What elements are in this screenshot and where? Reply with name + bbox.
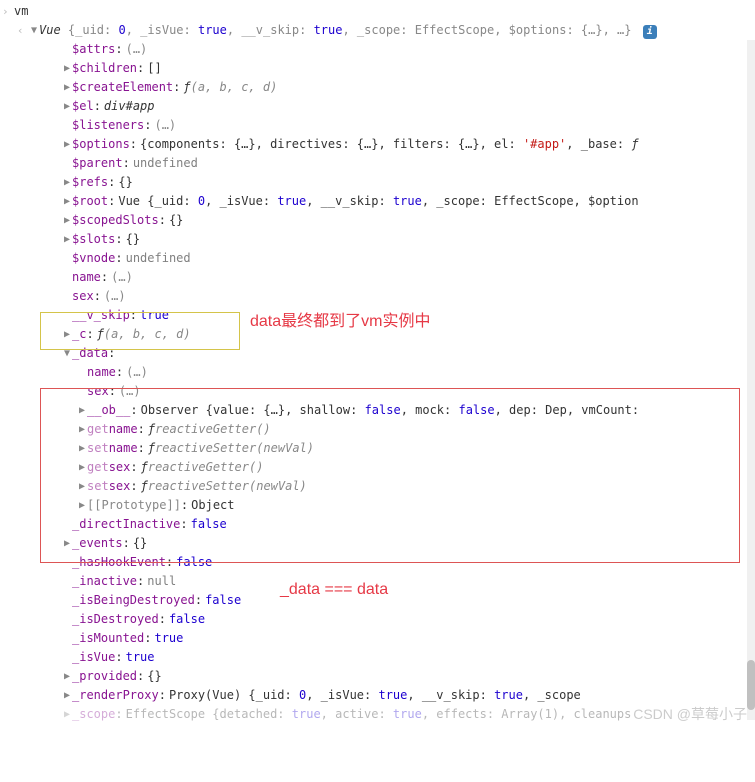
console-input-text: vm (14, 2, 28, 21)
prop-name: name (72, 268, 101, 287)
console-input-line[interactable]: › vm (2, 2, 753, 21)
prop-value: Proxy(Vue) {_uid: 0, _isVue: true, __v_s… (169, 686, 581, 705)
prop-row[interactable]: $refs: {} (2, 173, 753, 192)
prop-row[interactable]: $attrs: (…) (2, 40, 753, 59)
prop-name: _isDestroyed (72, 610, 159, 629)
prop-value: (…) (126, 363, 148, 382)
scrollbar-thumb[interactable] (747, 660, 755, 710)
prop-name: _inactive (72, 572, 137, 591)
prop-name: sex (72, 287, 94, 306)
prop-row[interactable]: $vnode: undefined (2, 249, 753, 268)
info-icon[interactable]: i (643, 25, 657, 39)
expand-arrow-icon[interactable] (62, 230, 72, 249)
prop-name: _provided (72, 667, 137, 686)
prop-name: $root (72, 192, 108, 211)
prop-value: {components: {…}, directives: {…}, filte… (140, 135, 639, 154)
prop-name: _renderProxy (72, 686, 159, 705)
prop-name: $slots (72, 230, 115, 249)
prop-row[interactable]: $root: Vue {_uid: 0, _isVue: true, __v_s… (2, 192, 753, 211)
prop-value: true (126, 648, 155, 667)
prop-value: (…) (126, 40, 148, 59)
prop-name: _isMounted (72, 629, 144, 648)
expand-arrow-icon[interactable] (62, 97, 72, 116)
prop-name: $createElement (72, 78, 173, 97)
prop-row[interactable]: _provided: {} (2, 667, 753, 686)
prop-name: name (87, 363, 116, 382)
prop-value: true (154, 629, 183, 648)
prop-name: $parent (72, 154, 123, 173)
prop-name: $options (72, 135, 130, 154)
prop-row[interactable]: $listeners: (…) (2, 116, 753, 135)
prop-value: null (147, 572, 176, 591)
prop-name: $attrs (72, 40, 115, 59)
expand-arrow-icon[interactable] (62, 705, 72, 724)
annotation-yellow: data最终都到了vm实例中 (250, 312, 430, 331)
prop-value: {} (118, 173, 132, 192)
prop-value: undefined (126, 249, 191, 268)
prop-name: _isBeingDestroyed (72, 591, 195, 610)
prop-row[interactable]: _isVue: true (2, 648, 753, 667)
object-type: Vue (39, 23, 68, 37)
expand-arrow-icon[interactable] (62, 59, 72, 78)
fn-sigil: ƒ (183, 78, 190, 97)
prop-row[interactable]: $children: [] (2, 59, 753, 78)
fn-args: (a, b, c, d) (191, 78, 278, 97)
prop-value: {} (147, 667, 161, 686)
expand-arrow-icon[interactable] (62, 173, 72, 192)
prop-row[interactable]: $slots: {} (2, 230, 753, 249)
prop-row[interactable]: _isDestroyed: false (2, 610, 753, 629)
prop-row[interactable]: name: (…) (2, 363, 753, 382)
expand-arrow-icon[interactable] (62, 78, 72, 97)
expand-arrow-icon[interactable] (62, 686, 72, 705)
prop-value: (…) (104, 287, 126, 306)
prop-value: EffectScope {detached: true, active: tru… (126, 705, 632, 724)
prop-row[interactable]: $scopedSlots: {} (2, 211, 753, 230)
prop-value: {} (126, 230, 140, 249)
prop-name: $scopedSlots (72, 211, 159, 230)
prop-value: Vue {_uid: 0, _isVue: true, __v_skip: tr… (118, 192, 638, 211)
prop-row[interactable]: $options: {components: {…}, directives: … (2, 135, 753, 154)
prop-row[interactable]: _isMounted: true (2, 629, 753, 648)
highlight-box-red (40, 388, 740, 563)
prop-value: undefined (133, 154, 198, 173)
prop-value: {} (169, 211, 183, 230)
prop-name: $listeners (72, 116, 144, 135)
prop-name: _isVue (72, 648, 115, 667)
prop-value: [] (147, 59, 161, 78)
prop-row[interactable]: sex: (…) (2, 287, 753, 306)
prop-value: div#app (104, 97, 155, 116)
prop-row[interactable]: name: (…) (2, 268, 753, 287)
expand-arrow-icon[interactable] (62, 211, 72, 230)
console-output-vue[interactable]: ‹ Vue {_uid: 0, _isVue: true, __v_skip: … (2, 21, 753, 40)
highlight-box-yellow (40, 312, 240, 350)
prop-row[interactable]: _renderProxy: Proxy(Vue) {_uid: 0, _isVu… (2, 686, 753, 705)
prop-row[interactable]: $createElement: ƒ (a, b, c, d) (2, 78, 753, 97)
prop-value: false (169, 610, 205, 629)
watermark: CSDN @草莓小子 (633, 705, 747, 724)
prop-value: false (205, 591, 241, 610)
expand-arrow-icon[interactable] (62, 135, 72, 154)
prop-value: (…) (154, 116, 176, 135)
expand-arrow-icon[interactable] (62, 192, 72, 211)
scrollbar[interactable] (747, 40, 755, 720)
object-summary: {_uid: 0, _isVue: true, __v_skip: true, … (68, 23, 632, 37)
prop-value: (…) (111, 268, 133, 287)
prop-row[interactable]: $parent: undefined (2, 154, 753, 173)
prop-name: $el (72, 97, 94, 116)
prop-name: _scope (72, 705, 115, 724)
prop-name: $children (72, 59, 137, 78)
expand-arrow-icon[interactable] (62, 667, 72, 686)
chevron-left-icon: ‹ (17, 21, 29, 40)
chevron-right-icon: › (2, 2, 14, 21)
prop-name: $vnode (72, 249, 115, 268)
expand-arrow-icon[interactable] (29, 21, 39, 40)
prop-row[interactable]: $el: div#app (2, 97, 753, 116)
prop-name: $refs (72, 173, 108, 192)
annotation-red: _data === data (280, 580, 388, 599)
